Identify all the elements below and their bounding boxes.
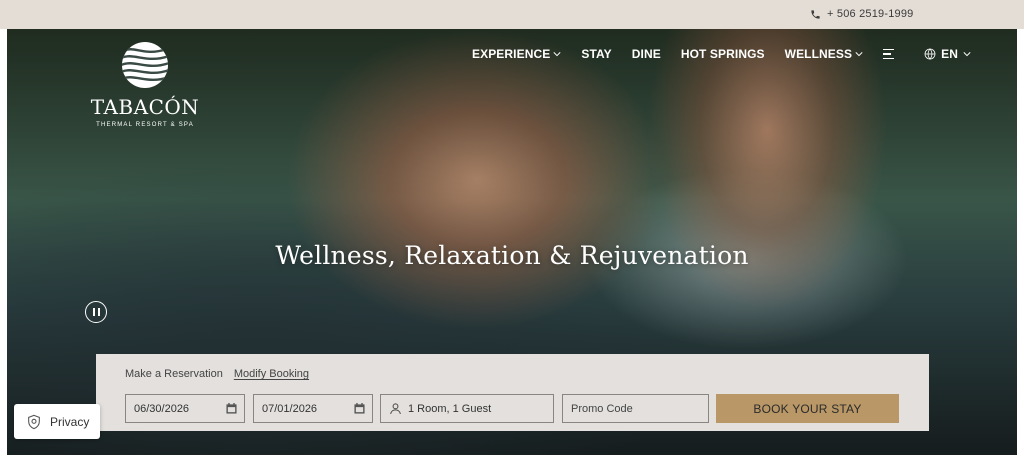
promo-code-placeholder: Promo Code [571,402,633,415]
nav-item-hot-springs[interactable]: HOT SPRINGS [681,47,765,61]
nav-item-wellness[interactable]: WELLNESS [785,47,863,61]
checkin-date-value: 06/30/2026 [134,402,190,415]
nav-item-experience[interactable]: EXPERIENCE [472,47,561,61]
nav-item-label: EXPERIENCE [472,47,551,61]
phone-number: + 506 2519-1999 [827,8,914,20]
main-nav: EXPERIENCE STAY DINE HOT SPRINGS WELLNES… [472,47,971,61]
booking-widget: Make a Reservation Modify Booking 06/30/… [96,354,929,431]
book-your-stay-button[interactable]: BOOK YOUR STAY [716,394,899,423]
hamburger-menu-icon[interactable] [883,48,895,60]
nav-item-label: STAY [581,47,612,61]
calendar-icon [354,403,365,414]
chevron-down-icon [553,52,561,57]
rooms-guests-field[interactable]: 1 Room, 1 Guest [380,394,554,423]
phone-icon [811,9,820,19]
brand-name: TABACÓN [90,95,200,119]
rooms-guests-value: 1 Room, 1 Guest [408,402,492,415]
nav-item-label: WELLNESS [784,47,853,61]
chevron-down-icon [855,52,863,57]
brand-tagline: THERMAL RESORT & SPA [96,122,194,128]
promo-code-input[interactable]: Promo Code [562,394,709,423]
nav-item-dine[interactable]: DINE [632,47,661,61]
language-label: EN [941,47,958,61]
phone-link[interactable]: + 506 2519-1999 [810,8,914,20]
privacy-button[interactable]: Privacy [14,404,100,439]
checkout-date-value: 07/01/2026 [262,402,318,415]
shield-icon [28,414,40,429]
tab-modify-booking[interactable]: Modify Booking [234,368,309,380]
tab-make-reservation[interactable]: Make a Reservation [125,368,223,380]
nav-item-stay[interactable]: STAY [581,47,611,61]
logo-mark-icon [122,42,168,88]
checkin-date-field[interactable]: 06/30/2026 [125,394,245,423]
booking-tabs: Make a Reservation Modify Booking [125,368,309,380]
privacy-label: Privacy [50,414,90,429]
user-icon [390,403,401,415]
nav-item-label: DINE [631,47,661,61]
checkout-date-field[interactable]: 07/01/2026 [253,394,373,423]
globe-icon [924,48,936,60]
top-bar: + 506 2519-1999 [0,0,1024,29]
chevron-down-icon [963,52,971,57]
pause-icon [97,308,100,316]
nav-item-label: HOT SPRINGS [680,47,765,61]
language-selector[interactable]: EN [924,47,971,61]
brand-logo[interactable]: TABACÓN THERMAL RESORT & SPA [86,41,204,128]
pause-icon [92,308,95,316]
calendar-icon [226,403,237,414]
pause-video-button[interactable] [85,301,107,323]
hero-headline: Wellness, Relaxation & Rejuvenation [275,241,749,270]
